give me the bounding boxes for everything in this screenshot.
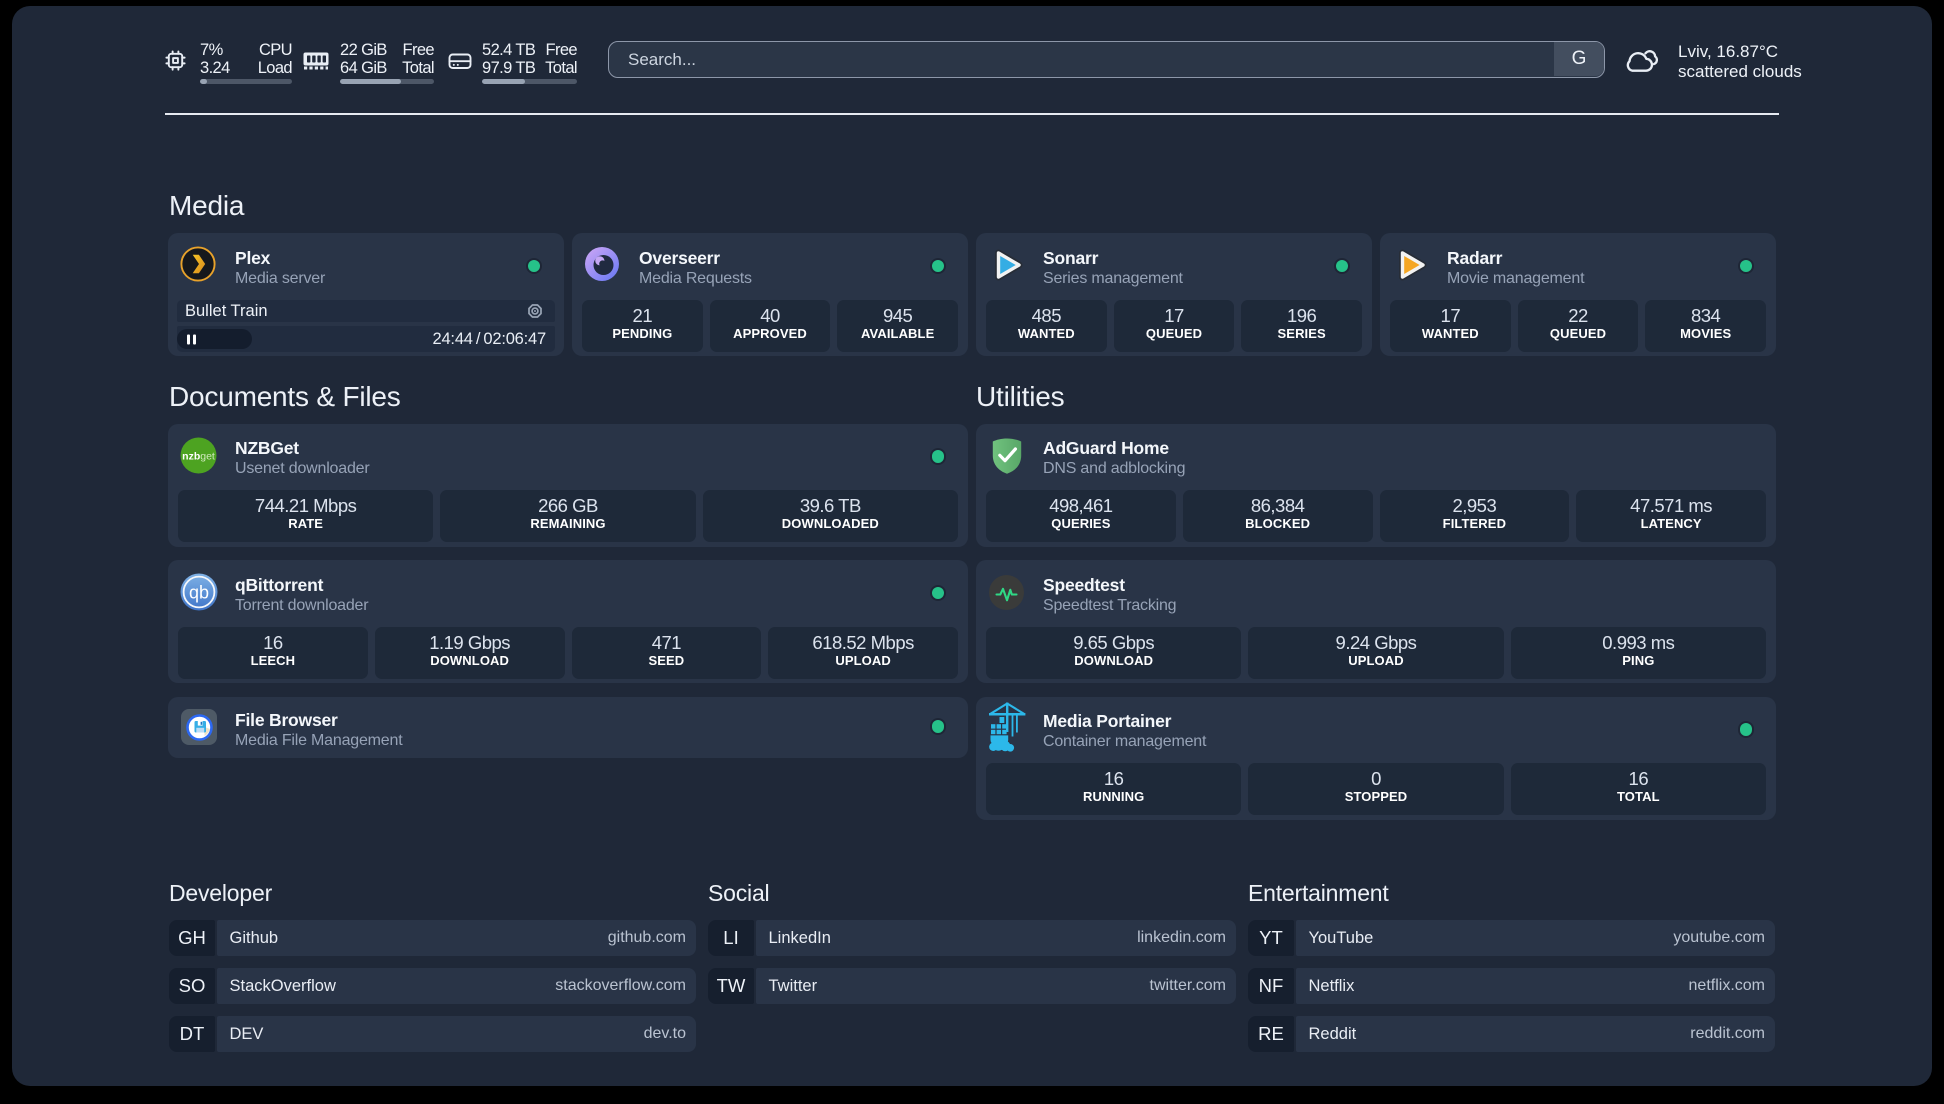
svg-text:qb: qb (189, 583, 209, 603)
svg-text:nzbget: nzbget (182, 450, 215, 462)
